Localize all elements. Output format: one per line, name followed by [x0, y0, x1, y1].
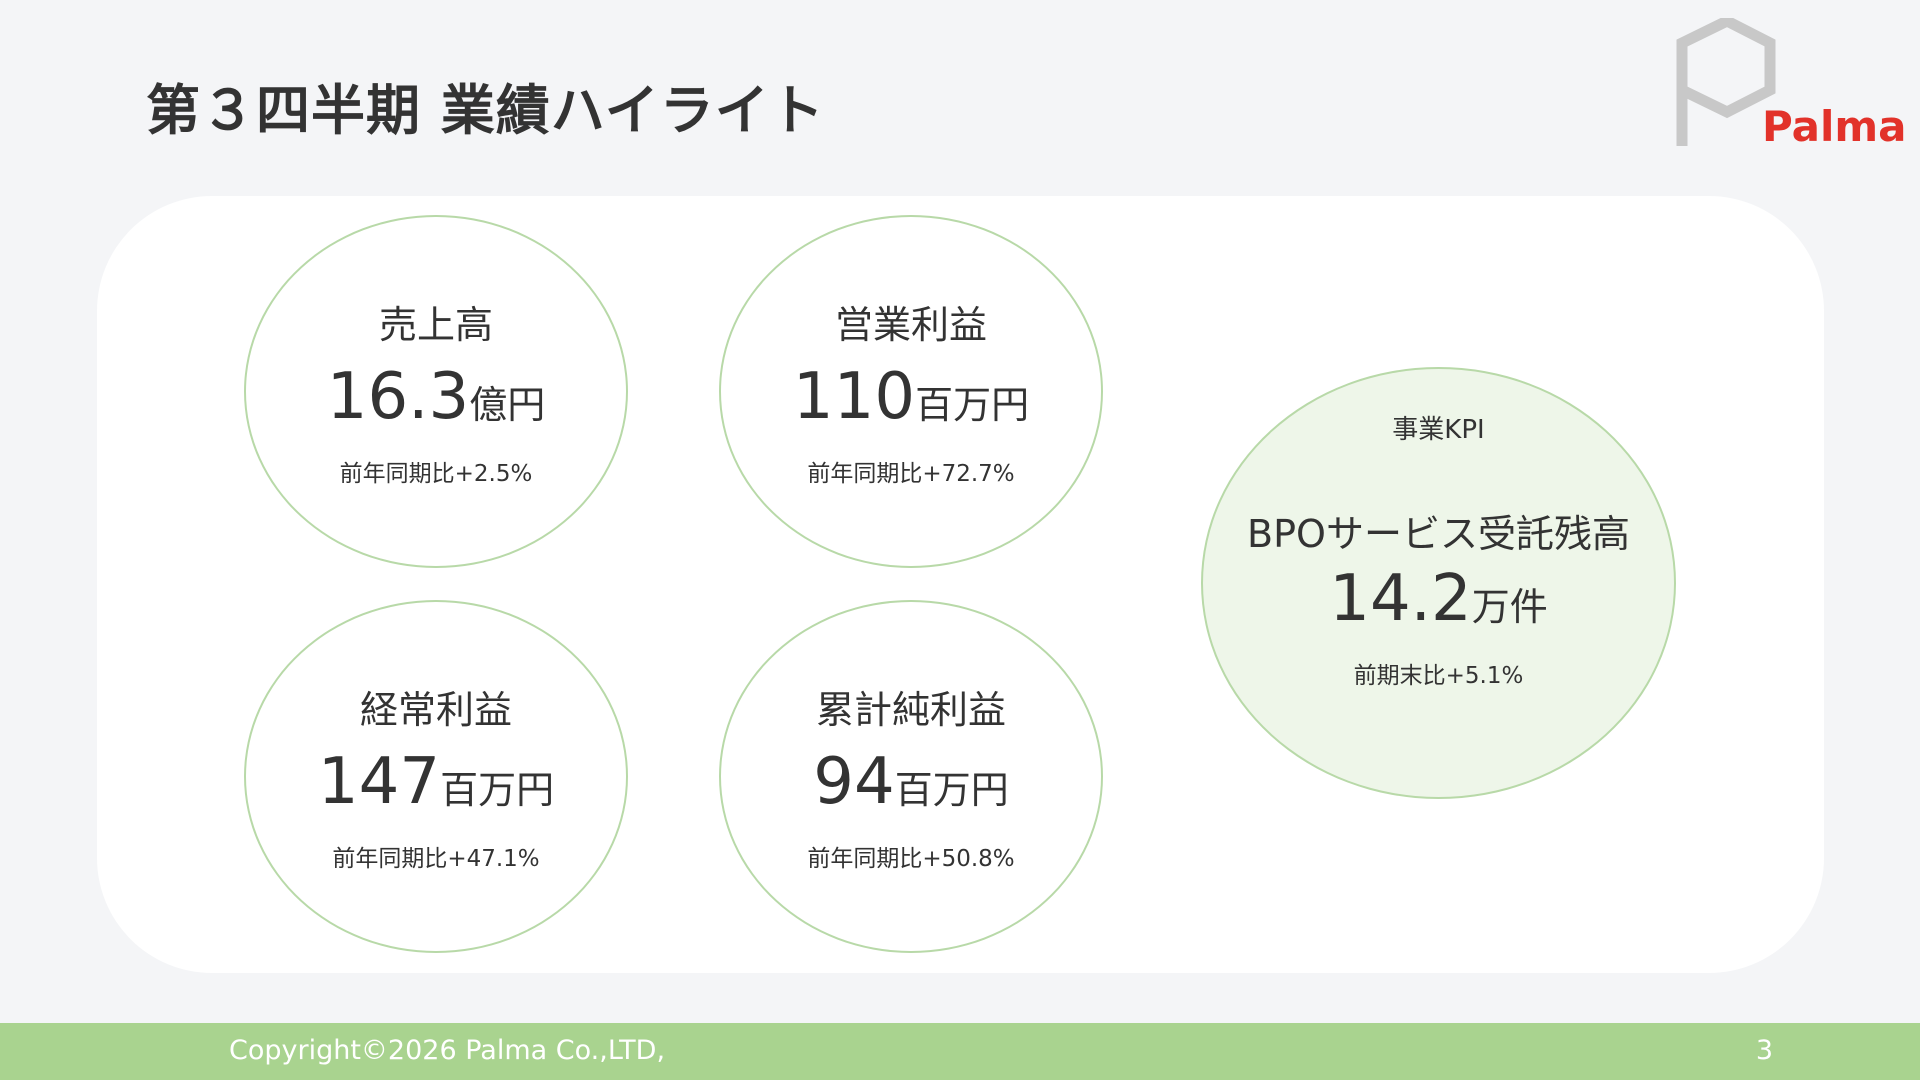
metric-unit: 億円 [469, 383, 546, 427]
metric-note: 前年同期比+72.7% [807, 461, 1015, 487]
kpi-number: 14.2 [1329, 562, 1472, 636]
metric-value: 94百万円 [721, 750, 1101, 814]
metric-number: 147 [317, 745, 441, 819]
metric-note: 前年同期比+50.8% [807, 846, 1015, 872]
metric-note: 前年同期比+47.1% [332, 846, 540, 872]
metric-number: 110 [792, 360, 916, 434]
kpi-note: 前期末比+5.1% [1353, 663, 1524, 689]
metric-circle-ordinary-profit: 経常利益 147百万円 前年同期比+47.1% [244, 600, 628, 953]
metric-unit: 百万円 [894, 768, 1009, 812]
page-number: 3 [1755, 1035, 1773, 1066]
kpi-label: BPOサービス受託残高 [1247, 512, 1630, 556]
kpi-unit: 万件 [1471, 585, 1548, 629]
metric-label: 経常利益 [359, 688, 512, 732]
slide-title: 第３四半期 業績ハイライト [146, 79, 825, 142]
metric-unit: 百万円 [440, 768, 555, 812]
kpi-header: 事業KPI [1392, 415, 1485, 445]
kpi-circle: 事業KPI BPOサービス受託残高 14.2万件 前期末比+5.1% [1201, 367, 1676, 799]
metric-label: 売上高 [378, 303, 493, 347]
metric-unit: 百万円 [915, 383, 1030, 427]
footer-bar: Copyright©2026 Palma Co.,LTD, 3 [0, 1023, 1920, 1080]
palma-logo-wordmark: Palma [1762, 102, 1907, 151]
metric-number: 94 [813, 745, 895, 819]
metric-circle-sales: 売上高 16.3億円 前年同期比+2.5% [244, 215, 628, 568]
palma-logo: Palma [1672, 18, 1908, 163]
copyright-text: Copyright©2026 Palma Co.,LTD, [229, 1035, 666, 1066]
metric-label: 累計純利益 [815, 688, 1006, 732]
metric-note: 前年同期比+2.5% [339, 461, 533, 487]
metric-value: 110百万円 [721, 365, 1101, 429]
metric-number: 16.3 [326, 360, 470, 434]
metric-label: 営業利益 [834, 303, 987, 347]
metric-value: 147百万円 [246, 750, 626, 814]
metric-value: 16.3億円 [246, 365, 626, 429]
kpi-value: 14.2万件 [1203, 567, 1674, 631]
metric-circle-net-profit: 累計純利益 94百万円 前年同期比+50.8% [719, 600, 1103, 953]
metric-circle-operating-profit: 営業利益 110百万円 前年同期比+72.7% [719, 215, 1103, 568]
